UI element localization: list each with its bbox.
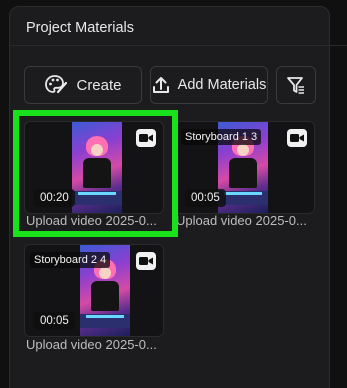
filter-list-icon (286, 75, 306, 95)
add-materials-button[interactable]: Add Materials (150, 66, 268, 104)
video-camera-icon (136, 252, 156, 270)
material-caption: Upload video 2025-0... (176, 213, 307, 228)
filter-button[interactable] (276, 66, 316, 104)
divider (10, 45, 347, 46)
material-caption: Upload video 2025-0... (26, 337, 157, 352)
add-materials-label: Add Materials (177, 77, 267, 93)
storyboard-label: Storyboard 2 4 (30, 252, 111, 268)
material-card[interactable]: Storyboard 1 3 00:05 (175, 121, 315, 214)
palette-icon (44, 74, 68, 96)
panel-title: Project Materials (26, 20, 134, 36)
video-camera-icon (287, 129, 307, 147)
storyboard-label: Storyboard 1 3 (181, 129, 262, 145)
upload-icon (152, 75, 170, 95)
selection-highlight (13, 110, 178, 237)
create-button[interactable]: Create (24, 66, 142, 104)
duration-badge: 00:05 (34, 312, 75, 330)
duration-badge: 00:05 (185, 189, 226, 207)
create-label: Create (76, 76, 122, 94)
material-card[interactable]: Storyboard 2 4 00:05 (24, 244, 164, 337)
